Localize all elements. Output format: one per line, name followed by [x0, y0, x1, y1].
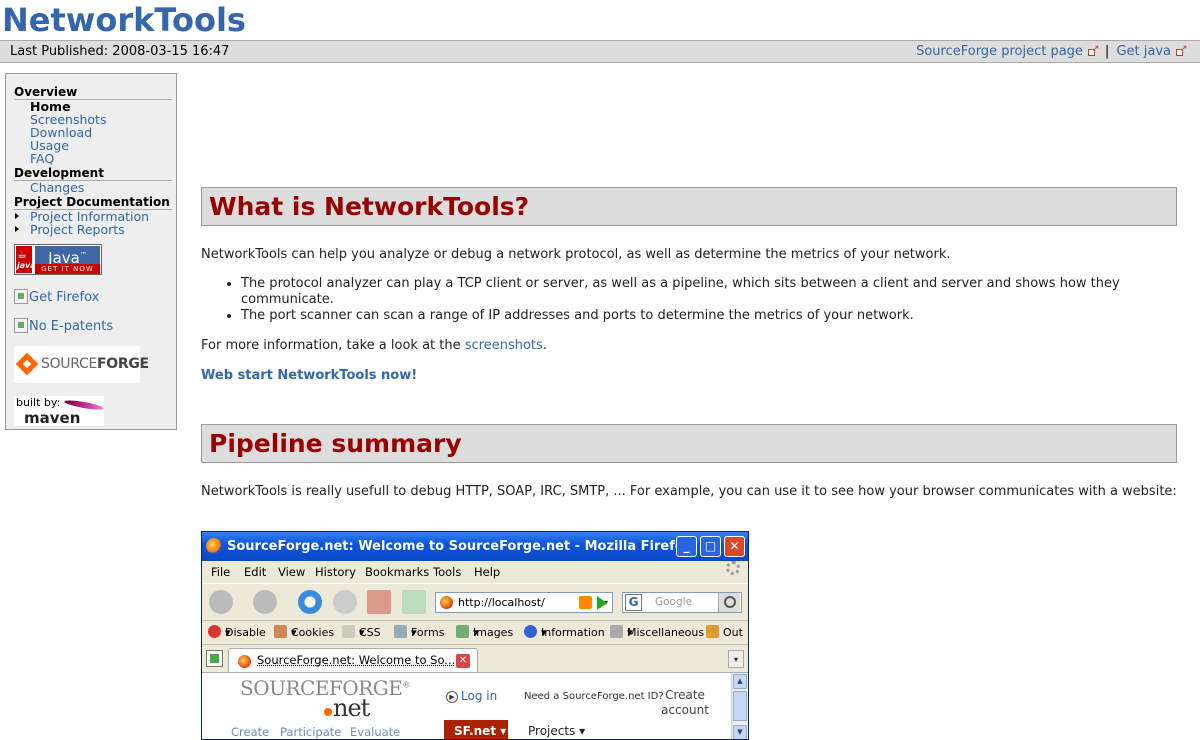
external-link-icon: ↗: [1087, 44, 1099, 56]
menu-history: History: [315, 565, 356, 579]
section-heading-pipeline: Pipeline summary: [201, 424, 1177, 463]
webdev-forms: Forms ▾: [394, 621, 444, 645]
window-titlebar: SourceForge.net: Welcome to SourceForge.…: [202, 532, 748, 561]
menu-help: Help: [474, 565, 501, 579]
webstart-paragraph: Web start NetworkTools now!: [201, 368, 1177, 384]
webdev-images: Images ▾: [456, 621, 513, 645]
browser-content: SOURCEFORGE® net Create Participate Eval…: [202, 672, 748, 739]
reload-icon: [298, 590, 322, 614]
webdev-information: Information ▾: [524, 621, 605, 645]
get-firefox-link[interactable]: Get Firefox: [14, 289, 99, 305]
tab-close-icon: ✕: [456, 654, 470, 668]
throbber-icon: [726, 561, 740, 575]
sidebar-item-label: Project Reports: [30, 222, 125, 237]
page-nav-create: Create: [231, 725, 270, 739]
page-need-id: Need a SourceForge.net ID?: [524, 691, 664, 702]
navigation-toolbar: http://localhost/ ▾ G Google: [202, 583, 748, 619]
search-box: G Google: [622, 592, 742, 613]
google-icon: G: [625, 594, 642, 611]
site-favicon: [238, 655, 251, 668]
sourceforge-logo[interactable]: SOURCEFORGE: [14, 346, 149, 383]
page-sfnet-tab: SF.net ▾: [444, 720, 508, 739]
tab-sourceforge: SourceForge.net: Welcome to So... ✕: [228, 648, 478, 673]
firefox-icon: [206, 538, 222, 554]
webdev-disable: Disable ▾: [208, 621, 266, 645]
external-link-icon: ↗: [1176, 44, 1188, 56]
firefox-screenshot: SourceForge.net: Welcome to SourceForge.…: [201, 531, 749, 740]
broken-image-icon: [14, 289, 28, 304]
sidebar-item-project-reports[interactable]: Project Reports: [14, 223, 176, 236]
webdev-cookies: Cookies ▾: [274, 621, 334, 645]
close-icon: ✕: [724, 536, 745, 557]
built-by-maven-logo[interactable]: built by: maven: [14, 396, 105, 427]
back-arrow-icon: [209, 590, 233, 614]
page-create-account: Create account: [661, 688, 709, 717]
rss-icon: [579, 596, 592, 609]
menu-bookmarks: Bookmarks: [365, 565, 430, 579]
minimize-icon: _: [676, 536, 697, 557]
page-scrollbar: ▲ ▼: [731, 673, 748, 739]
sidebar-item-changes[interactable]: Changes: [14, 181, 176, 194]
search-icon: [718, 593, 740, 612]
java-get-it-now-badge[interactable]: ☕ java Java™ GET IT NOW: [14, 244, 102, 275]
site-title[interactable]: NetworkTools: [2, 0, 246, 42]
last-published: Last Published: 2008-03-15 16:47: [10, 44, 230, 59]
forward-arrow-icon: [253, 590, 277, 614]
webdev-outline: Out: [706, 621, 743, 645]
get-java-link[interactable]: Get java: [1116, 44, 1171, 59]
maximize-icon: □: [700, 536, 721, 557]
banner: NetworkTools: [0, 0, 1200, 40]
new-tab-icon: [206, 650, 223, 667]
url-bar: http://localhost/ ▾: [435, 592, 613, 613]
menubar: File Edit View History Bookmarks Tools H…: [202, 561, 748, 583]
intro-paragraph: NetworkTools can help you analyze or deb…: [201, 247, 951, 262]
login-arrow-icon: ▶: [446, 691, 458, 703]
menu-edit: Edit: [244, 565, 267, 579]
page-projects-tab: Projects ▾: [528, 724, 586, 738]
sourceforge-net-logo: net: [324, 694, 370, 722]
sourceforge-project-link[interactable]: SourceForge project page: [916, 44, 1083, 59]
menu-tools: Tools: [433, 565, 462, 579]
scroll-down-icon: ▼: [733, 725, 747, 739]
sidebar-navigation: Overview Home Screenshots Download Usage…: [5, 73, 177, 430]
new-bookmark-icon: [402, 590, 426, 614]
sidebar-item-faq[interactable]: FAQ: [14, 152, 176, 165]
expand-triangle-icon: [15, 226, 19, 232]
breadcrumb-bar: Last Published: 2008-03-15 16:47 SourceF…: [0, 40, 1200, 63]
menu-view: View: [278, 565, 306, 579]
go-arrow-icon: [592, 593, 612, 613]
section-heading-what-is: What is NetworkTools?: [201, 187, 1177, 226]
menu-heading-overview: Overview: [14, 86, 172, 100]
no-epatents-link[interactable]: No E-patents: [14, 318, 113, 334]
tab-strip: SourceForge.net: Welcome to So... ✕ ▾: [202, 644, 748, 673]
web-developer-toolbar: Disable ▾ Cookies ▾ CSS ▾ Forms ▾ Images ▾ In…: [202, 620, 748, 644]
expand-triangle-icon: [15, 213, 19, 219]
broken-image-icon: [14, 318, 28, 333]
menu-file: File: [211, 565, 231, 579]
tab-list-icon: ▾: [728, 650, 744, 668]
webstart-link[interactable]: Web start NetworkTools now!: [201, 368, 417, 383]
menu-heading-development: Development: [14, 167, 172, 181]
scroll-up-icon: ▲: [733, 674, 747, 689]
page-login: ▶ Log in: [446, 689, 497, 703]
menu-heading-project-documentation: Project Documentation: [14, 196, 172, 210]
list-item: The protocol analyzer can play a TCP cli…: [241, 276, 1161, 308]
link-separator: |: [1104, 44, 1110, 59]
page-nav-participate: Participate: [280, 725, 342, 739]
webdev-css: CSS ▾: [342, 621, 381, 645]
scroll-thumb: [733, 691, 747, 721]
feature-list: The protocol analyzer can play a TCP cli…: [201, 276, 1161, 324]
screenshots-link[interactable]: screenshots: [465, 338, 543, 353]
page-nav-evaluate: Evaluate: [350, 725, 401, 739]
pipeline-paragraph: NetworkTools is really usefull to debug …: [201, 484, 1177, 499]
site-favicon: [440, 596, 453, 609]
more-info-paragraph: For more information, take a look at the…: [201, 338, 547, 353]
home-icon: [367, 590, 391, 614]
external-links: SourceForge project page ↗ | Get java ↗: [916, 41, 1190, 62]
stop-icon: [333, 590, 357, 614]
webdev-miscellaneous: Miscellaneous ▾: [610, 621, 704, 645]
list-item: The port scanner can scan a range of IP …: [241, 308, 1161, 324]
